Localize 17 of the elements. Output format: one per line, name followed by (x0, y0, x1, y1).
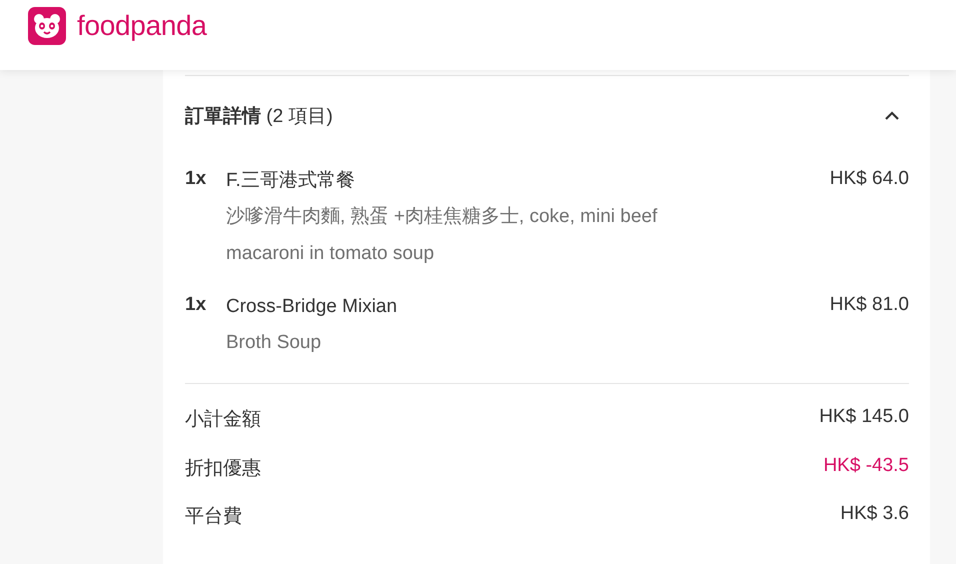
summary-label: 平台費 (185, 505, 242, 529)
item-quantity: 1x (185, 168, 208, 191)
item-name: Cross-Bridge Mixian (226, 295, 398, 319)
item-price: HK$ 81.0 (830, 294, 909, 317)
panda-logo-icon (28, 7, 66, 45)
summary-amount: HK$ 145.0 (819, 406, 909, 429)
brand-name[interactable]: foodpanda (77, 10, 207, 42)
summary-amount: HK$ -43.5 (823, 454, 909, 478)
section-title: 訂單詳情 (2 項目) (185, 104, 333, 129)
summary-label: 小計金額 (185, 408, 261, 432)
summary-label: 折扣優惠 (185, 456, 261, 480)
item-quantity: 1x (185, 294, 208, 317)
item-price: HK$ 64.0 (830, 168, 909, 191)
item-description: 沙嗲滑牛肉麵, 熟蛋 +肉桂焦糖多士, coke, mini beef macaroni in tomato soup (226, 205, 658, 266)
summary-amount: HK$ 3.6 (840, 503, 909, 526)
item-name: F.三哥港式常餐 (226, 169, 356, 193)
item-description: Broth Soup (226, 331, 322, 355)
